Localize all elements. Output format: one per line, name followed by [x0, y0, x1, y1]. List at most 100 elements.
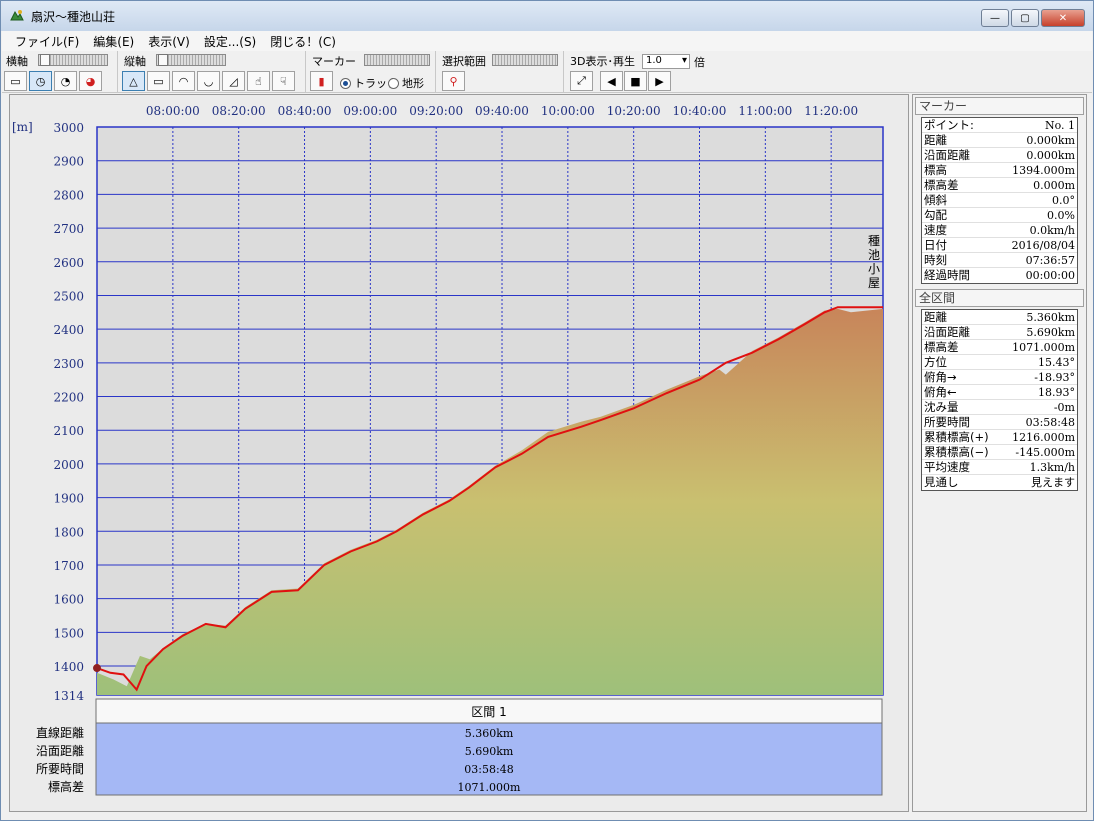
slope-button[interactable]: ◿ — [222, 71, 245, 91]
speed-gauge-button[interactable]: ◠ — [172, 71, 195, 91]
marker-info-value: 07:36:57 — [1025, 254, 1075, 267]
total-info-label: 平均速度 — [924, 460, 970, 474]
x-tick-label: 10:20:00 — [607, 104, 661, 118]
title-bar[interactable]: 扇沢～種池山荘 — ▢ ✕ — [1, 1, 1093, 31]
gauge-icon: ◠ — [178, 74, 189, 88]
total-info-row: 累積標高(+) 1216.000m — [922, 430, 1077, 445]
slope-icon: ◿ — [229, 74, 238, 88]
marker-info-label: 経過時間 — [924, 268, 970, 282]
total-info-value: 5.360km — [1026, 311, 1075, 324]
y-tick-label: 1800 — [53, 525, 84, 539]
axis-count-button[interactable]: ◔ — [54, 71, 77, 91]
maximize-button[interactable]: ▢ — [1011, 9, 1039, 27]
axis-time-button[interactable]: ◷ — [29, 71, 52, 91]
menu-edit[interactable]: 編集(E) — [86, 33, 141, 50]
range-label: 選択範囲 — [442, 55, 486, 68]
thermometer-icon: ▮ — [318, 74, 325, 88]
marker-terrain-radio[interactable]: 地形 — [388, 75, 424, 91]
marker-slider[interactable] — [364, 54, 430, 66]
play-button[interactable]: ▶ — [648, 71, 671, 91]
waypoint-label: 屋 — [868, 276, 880, 290]
waypoint-label: 池 — [868, 248, 880, 262]
maximize-icon: ▢ — [1020, 12, 1030, 24]
close-button[interactable]: ✕ — [1041, 9, 1085, 27]
marker-info-label: 沿面距離 — [924, 148, 970, 162]
marker-info-row: 速度 0.0km/h — [922, 223, 1077, 238]
speed-meter-button[interactable]: ◡ — [197, 71, 220, 91]
play-back-icon: ◀ — [607, 74, 616, 88]
elevation-flat-button[interactable]: ▭ — [147, 71, 170, 91]
hand-button[interactable]: ☝ — [247, 71, 270, 91]
y-tick-label: 1500 — [53, 626, 84, 640]
menu-view[interactable]: 表示(V) — [141, 33, 197, 50]
y-tick-label: 2200 — [53, 391, 84, 405]
x-tick-label: 08:20:00 — [212, 104, 266, 118]
x-tick-label: 11:20:00 — [804, 104, 858, 118]
play-icon: ▶ — [655, 74, 664, 88]
total-info-value: 03:58:48 — [1025, 416, 1075, 429]
view3d-group: 3D表示･再生 1.0 ▾ 倍 ⤢ ◀ ■ ▶ — [566, 51, 712, 93]
summary-value: 5.690km — [465, 745, 514, 758]
total-info-row: 見通し 見えます — [922, 475, 1077, 490]
axis-pie-button[interactable]: ◕ — [79, 71, 102, 91]
total-info-row: 方位 15.43° — [922, 355, 1077, 370]
summary-value: 03:58:48 — [464, 763, 513, 776]
elevation-mountain-button[interactable]: △ — [122, 71, 145, 91]
total-info-label: 累積標高(+) — [924, 430, 989, 444]
marker-info-label: 傾斜 — [924, 193, 947, 207]
menu-bar: ファイル(F) 編集(E) 表示(V) 設定...(S) 閉じる！(C) — [2, 31, 1092, 51]
total-info-row: 標高差 1071.000m — [922, 340, 1077, 355]
marker-info-table: ポイント: No. 1 距離 0.000km 沿面距離 0.000km 標高 1394.000… — [921, 117, 1078, 284]
stop-button[interactable]: ■ — [624, 71, 647, 91]
y-tick-label: 3000 — [53, 121, 84, 135]
range-slider[interactable] — [492, 54, 558, 66]
total-info-row: 所要時間 03:58:48 — [922, 415, 1077, 430]
hand-alt-button[interactable]: ☟ — [272, 71, 295, 91]
marker-info-value: 0.0km/h — [1029, 224, 1075, 237]
total-info-value: 1071.000m — [1012, 341, 1075, 354]
speed-select[interactable]: 1.0 ▾ — [642, 54, 690, 69]
menu-settings[interactable]: 設定...(S) — [197, 33, 263, 50]
marker-info-value: No. 1 — [1044, 119, 1075, 132]
horizontal-slider-handle[interactable] — [40, 54, 50, 66]
y-tick-label: 1314 — [53, 689, 84, 703]
counter-clock-icon: ◔ — [60, 74, 71, 88]
view3d-button[interactable]: ⤢ — [570, 71, 593, 91]
total-info-value: 15.43° — [1038, 356, 1075, 369]
y-tick-label: 1700 — [53, 559, 84, 573]
summary-label: 所要時間 — [36, 762, 84, 776]
menu-close[interactable]: 閉じる！(C) — [263, 33, 343, 50]
axis-distance-button[interactable]: ▭ — [4, 71, 27, 91]
waypoint-label: 小 — [868, 262, 880, 276]
marker-pin-button[interactable]: ▮ — [310, 71, 333, 91]
total-info-value: 1216.000m — [1012, 431, 1075, 444]
x-tick-label: 09:40:00 — [475, 104, 529, 118]
total-info-value: 5.690km — [1026, 326, 1075, 339]
info-panel: マーカー ポイント: No. 1 距離 0.000km 沿面距離 0.000km 標高 139… — [912, 94, 1087, 812]
radio-terrain-dot — [388, 77, 399, 89]
elevation-chart[interactable]: [m] 3000 2900 2800 2700 2600 2500 2400 2300 2200 2… — [10, 95, 910, 813]
marker-info-value: 0.0° — [1052, 194, 1075, 207]
speedometer-icon: ◡ — [203, 74, 214, 88]
y-tick-label: 2000 — [53, 458, 84, 472]
marker-info-value: 0.0% — [1047, 209, 1075, 222]
marker-info-value: 1394.000m — [1012, 164, 1075, 177]
vertical-slider-handle[interactable] — [158, 54, 168, 66]
toolbar: 横軸 ▭ ◷ ◔ ◕ 縦軸 △ ▭ ◠ ◡ ◿ ☝ ☟ マーカー ▮ トラック … — [2, 51, 1092, 93]
total-info-label: 標高差 — [924, 340, 959, 354]
total-info-label: 累積標高(−) — [924, 445, 989, 459]
marker-info-label: 距離 — [924, 133, 947, 147]
range-select-button[interactable]: ⚲ — [442, 71, 465, 91]
app-icon — [10, 10, 24, 21]
vertical-axis-label: 縦軸 — [124, 55, 146, 68]
x-tick-label: 10:00:00 — [541, 104, 595, 118]
menu-file[interactable]: ファイル(F) — [8, 33, 86, 50]
marker-label: マーカー — [312, 55, 356, 68]
chart-area: [m] 3000 2900 2800 2700 2600 2500 2400 2300 2200 2… — [9, 94, 909, 812]
minimize-button[interactable]: — — [981, 9, 1009, 27]
view3d-label: 3D表示･再生 — [570, 55, 635, 68]
marker-panel-title: マーカー — [915, 97, 1084, 115]
total-info-label: 俯角← — [924, 385, 957, 399]
play-back-button[interactable]: ◀ — [600, 71, 623, 91]
total-info-value: 1.3km/h — [1029, 461, 1075, 474]
